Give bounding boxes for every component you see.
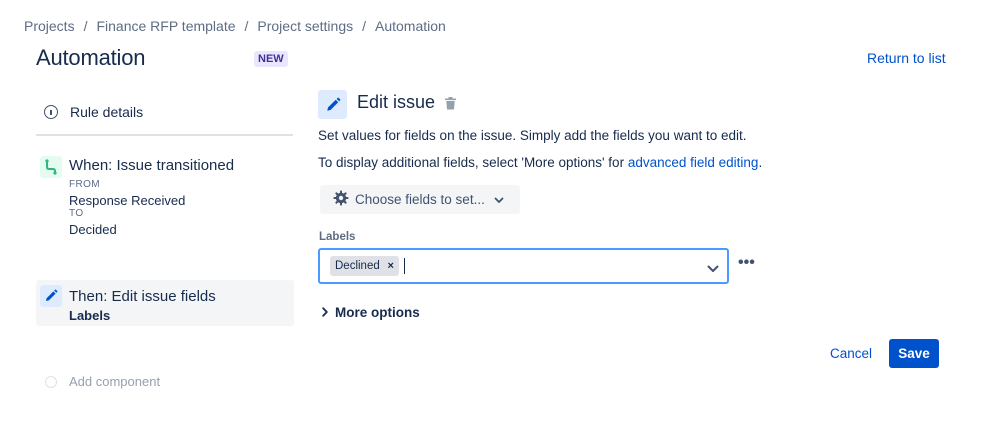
chevron-right-icon (322, 305, 328, 320)
advanced-field-editing-link[interactable]: advanced field editing (628, 155, 759, 170)
pencil-icon (40, 285, 62, 307)
add-component-label: Add component (69, 374, 161, 389)
rule-details-item[interactable]: Rule details (44, 104, 143, 120)
return-to-list-link[interactable]: Return to list (867, 50, 946, 66)
more-dots-icon[interactable]: ••• (738, 254, 755, 272)
chevron-down-icon (494, 192, 504, 207)
to-caption: TO (69, 208, 84, 219)
to-status: Decided (69, 222, 117, 237)
breadcrumb-separator: / (83, 18, 88, 34)
choose-fields-button[interactable]: Choose fields to set... (320, 185, 520, 214)
more-options-toggle[interactable]: More options (322, 305, 420, 320)
labels-field-label: Labels (319, 231, 356, 243)
action-subtitle: Labels (69, 308, 111, 323)
breadcrumb-projects[interactable]: Projects (24, 18, 75, 34)
from-caption: FROM (69, 179, 101, 190)
choose-fields-label: Choose fields to set... (355, 192, 485, 207)
label-tag: Declined × (330, 256, 399, 276)
from-status: Response Received (69, 193, 186, 208)
label-tag-text: Declined (335, 260, 380, 272)
edit-description: Set values for fields on the issue. Simp… (318, 128, 747, 143)
action-component-selected[interactable]: Then: Edit issue fields Labels (36, 280, 294, 326)
add-component-icon (45, 375, 57, 388)
info-icon (44, 105, 58, 119)
remove-tag-icon[interactable]: × (386, 260, 396, 272)
breadcrumb-finance-rfp-template[interactable]: Finance RFP template (96, 18, 235, 34)
chevron-down-icon[interactable] (707, 260, 719, 276)
hint-prefix: To display additional fields, select 'Mo… (318, 155, 628, 170)
save-button[interactable]: Save (889, 339, 939, 368)
breadcrumb-separator: / (362, 18, 366, 34)
advanced-editing-hint: To display additional fields, select 'Mo… (318, 155, 762, 170)
add-component-button[interactable]: Add component (45, 374, 160, 389)
hint-suffix: . (758, 155, 763, 170)
edit-issue-title: Edit issue (357, 92, 436, 112)
text-caret (403, 258, 405, 274)
pencil-icon (318, 90, 347, 119)
more-options-label: More options (335, 305, 420, 320)
page-title: Automation (36, 45, 146, 70)
divider (36, 134, 293, 136)
breadcrumb-project-settings[interactable]: Project settings (257, 18, 353, 34)
trash-icon[interactable] (444, 96, 457, 111)
breadcrumb: Projects / Finance RFP template / Project se… (24, 18, 446, 34)
breadcrumb-automation[interactable]: Automation (375, 18, 446, 34)
new-badge: NEW (254, 51, 288, 67)
trigger-title: When: Issue transitioned (69, 157, 235, 174)
action-title: Then: Edit issue fields (69, 288, 216, 305)
gear-icon (333, 190, 349, 209)
branch-icon (40, 156, 62, 178)
rule-details-label: Rule details (70, 104, 144, 120)
breadcrumb-separator: / (244, 18, 249, 34)
cancel-button[interactable]: Cancel (830, 346, 872, 361)
labels-select[interactable]: Declined × (318, 248, 729, 284)
